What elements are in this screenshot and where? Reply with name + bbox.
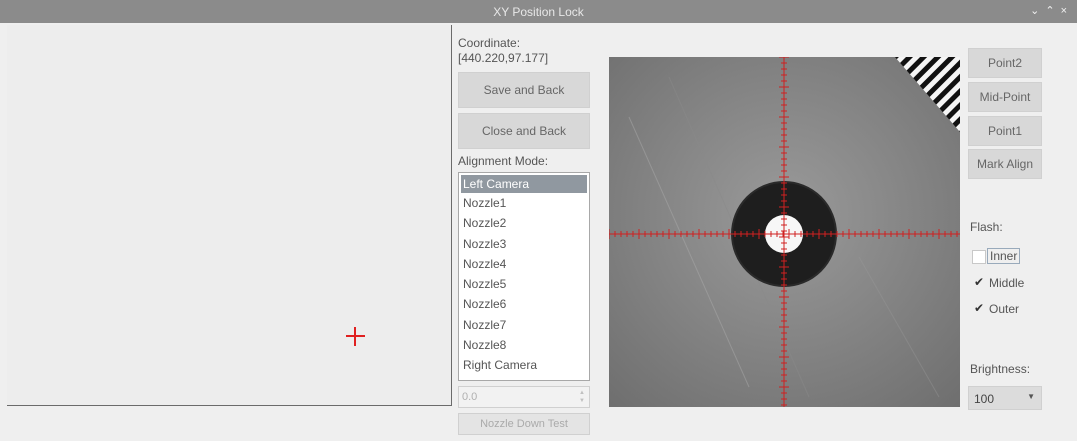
minimize-chevron-down-icon[interactable]: ⌄	[1030, 5, 1045, 17]
title-bar: XY Position Lock ⌄⌃×	[0, 0, 1077, 23]
save-and-back-button[interactable]: Save and Back	[458, 72, 590, 108]
maximize-chevron-up-icon[interactable]: ⌃	[1045, 5, 1060, 17]
brightness-select[interactable]: 100 ▼	[968, 386, 1042, 410]
flash-outer-label[interactable]: Outer	[989, 302, 1019, 316]
close-and-back-button[interactable]: Close and Back	[458, 113, 590, 149]
window-controls: ⌄⌃×	[1030, 4, 1073, 17]
alignment-mode-list[interactable]: Left Camera Nozzle1 Nozzle2 Nozzle3 Nozz…	[458, 172, 590, 381]
list-item-nozzle5[interactable]: Nozzle5	[459, 274, 589, 294]
flash-middle-label[interactable]: Middle	[989, 276, 1024, 290]
nozzle-down-test-button[interactable]: Nozzle Down Test	[458, 413, 590, 435]
brightness-label: Brightness:	[970, 362, 1031, 376]
camera-preview[interactable]	[609, 57, 960, 407]
flash-outer-checkbox[interactable]: ✔	[972, 302, 986, 316]
list-item-right-camera[interactable]: Right Camera	[459, 355, 589, 375]
spinbox-value: 0.0	[462, 391, 478, 403]
list-item-nozzle8[interactable]: Nozzle8	[459, 335, 589, 355]
chevron-down-icon: ▼	[1027, 392, 1035, 401]
close-icon[interactable]: ×	[1061, 5, 1073, 17]
spin-arrows-icon[interactable]: ▲ ▼	[579, 389, 585, 405]
list-item-nozzle6[interactable]: Nozzle6	[459, 294, 589, 314]
list-item-nozzle4[interactable]: Nozzle4	[459, 254, 589, 274]
mid-point-button[interactable]: Mid-Point	[968, 82, 1042, 112]
point2-button[interactable]: Point2	[968, 48, 1042, 78]
check-icon: ✔	[973, 275, 985, 289]
left-camera-view[interactable]	[7, 25, 452, 406]
point1-button[interactable]: Point1	[968, 116, 1042, 146]
list-item-left-camera[interactable]: Left Camera	[461, 175, 587, 193]
coordinate-value: [440.220,97.177]	[458, 51, 549, 65]
mark-align-button[interactable]: Mark Align	[968, 149, 1042, 179]
brightness-value: 100	[974, 392, 995, 406]
list-item-nozzle1[interactable]: Nozzle1	[459, 193, 589, 213]
list-item-nozzle2[interactable]: Nozzle2	[459, 213, 589, 233]
check-icon: ✔	[973, 301, 985, 315]
alignment-mode-label: Alignment Mode:	[458, 154, 549, 168]
list-item-nozzle7[interactable]: Nozzle7	[459, 315, 589, 335]
window-title: XY Position Lock	[493, 5, 584, 19]
flash-inner-label[interactable]: Inner	[987, 248, 1021, 264]
list-item-nozzle3[interactable]: Nozzle3	[459, 234, 589, 254]
crosshair-icon	[346, 327, 365, 346]
flash-label: Flash:	[970, 220, 1003, 234]
nozzle-height-spinbox[interactable]: 0.0 ▲ ▼	[458, 386, 590, 408]
coordinate-label: Coordinate:	[458, 36, 521, 50]
flash-middle-checkbox[interactable]: ✔	[972, 276, 986, 290]
flash-inner-checkbox[interactable]	[972, 250, 986, 264]
